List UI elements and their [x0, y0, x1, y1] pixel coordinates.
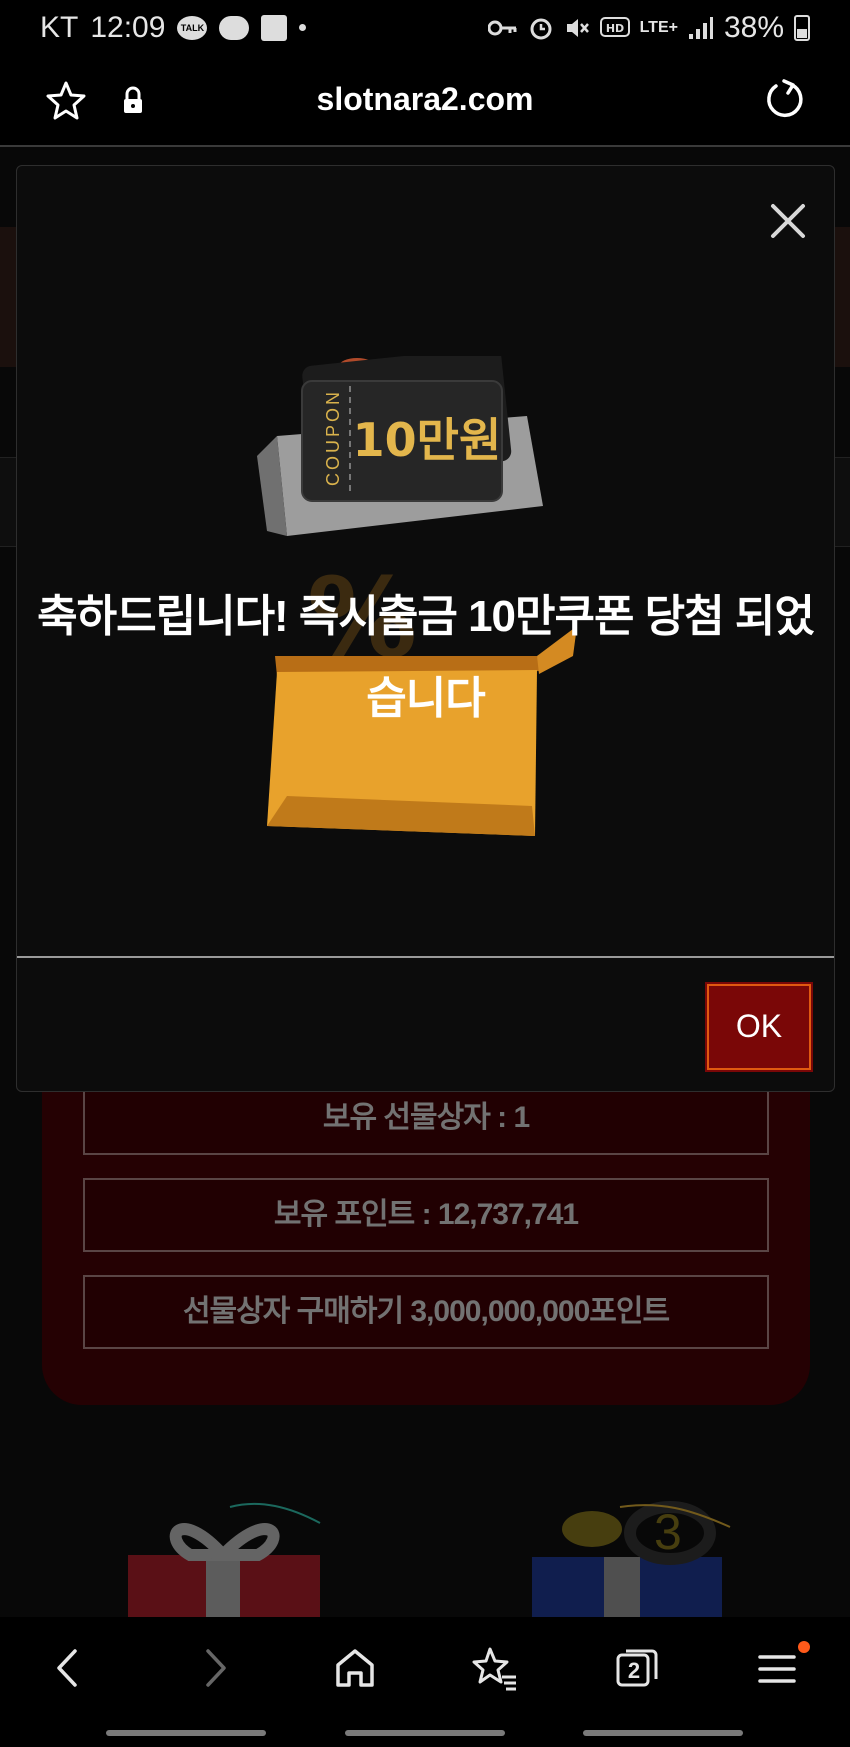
gesture-hint-right [583, 1730, 743, 1736]
network-type-label: LTE+ [639, 18, 678, 36]
carrier-label: KT [40, 10, 79, 44]
note-icon [261, 14, 288, 41]
alarm-icon [528, 15, 554, 41]
gesture-hint-center [345, 1730, 505, 1736]
browser-toolbar: slotnara2.com [0, 55, 850, 147]
tab-count: 2 [627, 1658, 641, 1683]
battery-icon [794, 14, 810, 41]
reload-icon[interactable] [762, 77, 808, 123]
browser-nav-bar: 2 [0, 1617, 850, 1747]
time-label: 12:09 [90, 10, 166, 44]
back-arrow-icon[interactable] [45, 1643, 95, 1693]
hd-voice-icon: HD [599, 16, 630, 40]
coupon-value: 10만원 [353, 413, 502, 467]
battery-percent: 38% [723, 10, 784, 44]
more-notifications-dot-icon [299, 24, 307, 31]
modal-divider [17, 956, 834, 958]
kakaotalk-icon: TALK [177, 15, 208, 40]
svg-text:HD: HD [605, 22, 623, 35]
close-icon[interactable] [765, 198, 811, 244]
menu-icon[interactable] [752, 1643, 802, 1693]
address-bar-url[interactable]: slotnara2.com [0, 81, 850, 118]
tabs-icon[interactable]: 2 [612, 1643, 662, 1693]
signal-icon [688, 16, 714, 40]
coupon-label: COUPON [323, 389, 343, 486]
talk-label: TALK [180, 22, 205, 33]
mute-icon [564, 15, 590, 41]
forward-arrow-icon[interactable] [190, 1643, 240, 1693]
bookmarks-icon[interactable] [470, 1643, 520, 1693]
coupon-win-modal: COUPON 10만원 % 축하드립니다! 즉시출금 10만쿠폰 당첨 되었습니… [16, 165, 835, 1092]
key-icon [487, 18, 518, 38]
home-icon[interactable] [330, 1643, 380, 1693]
win-message: 축하드립니다! 즉시출금 10만쿠폰 당첨 되었습니다 [37, 592, 815, 723]
ok-button[interactable]: OK [705, 982, 813, 1072]
menu-notification-dot [798, 1641, 810, 1653]
chat-bubble-icon [219, 15, 250, 40]
gesture-hint-left [106, 1730, 266, 1736]
status-bar: KT 12:09 TALK HD LTE+ 38% [0, 0, 850, 55]
